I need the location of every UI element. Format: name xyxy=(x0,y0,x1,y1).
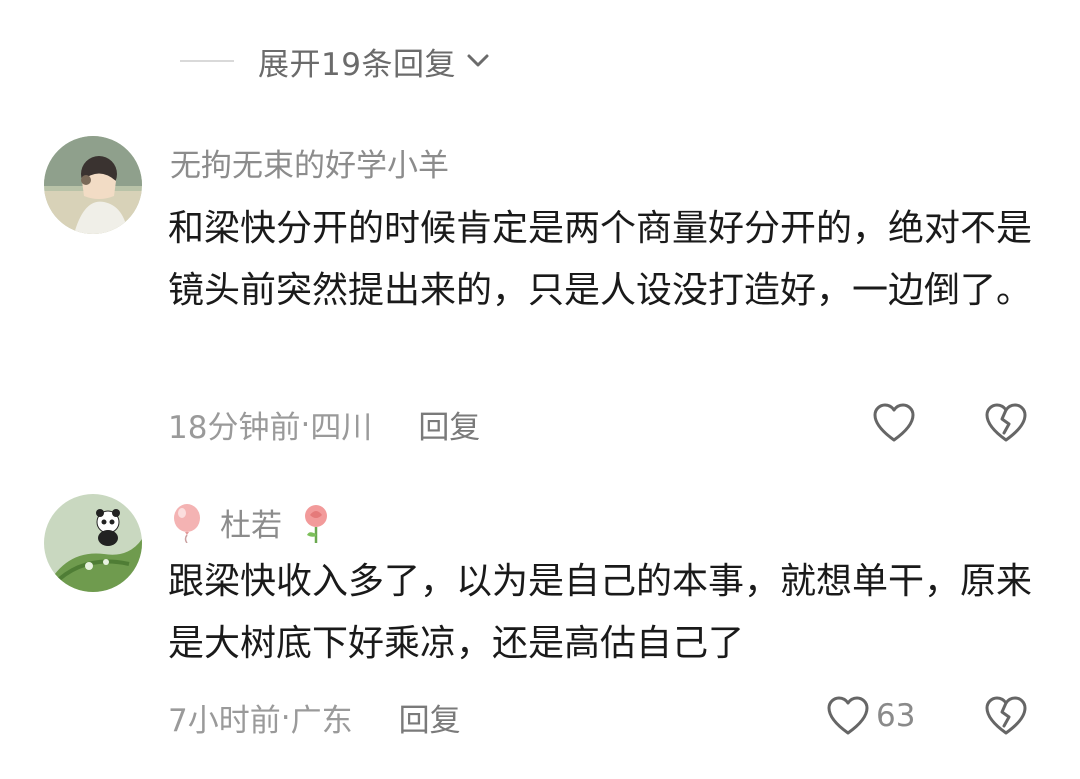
comment-username[interactable]: 无拘无束的好学小羊 xyxy=(170,140,449,185)
rose-icon xyxy=(300,503,332,543)
avatar[interactable] xyxy=(44,136,142,234)
broken-heart-icon xyxy=(984,403,1028,448)
heart-icon xyxy=(826,695,870,737)
dislike-button[interactable] xyxy=(984,695,1028,741)
comment-username-row: 杜若 xyxy=(170,500,332,545)
dislike-button[interactable] xyxy=(984,402,1028,448)
comment-location: 四川 xyxy=(310,410,373,446)
comment-username[interactable]: 杜若 xyxy=(220,500,282,545)
comment-location: 广东 xyxy=(290,703,353,739)
comment-thread: 展开19条回复 无拘无束的好学小羊 和梁快分开的时候肯定是两个商量好分开的，绝对… xyxy=(0,0,1080,779)
like-count: 63 xyxy=(876,698,916,734)
expand-replies-label: 展开19条回复 xyxy=(258,46,456,83)
reply-button[interactable]: 回复 xyxy=(418,402,480,447)
comment-meta: 18分钟前 · 四川 回复 xyxy=(168,402,480,447)
comment-text: 和梁快分开的时候肯定是两个商量好分开的，绝对不是镜头前突然提出来的，只是人设没打… xyxy=(168,208,1033,311)
expand-replies-button[interactable]: 展开19条回复 xyxy=(180,38,492,84)
comment-time: 7小时前 xyxy=(168,703,281,739)
like-button[interactable] xyxy=(872,402,916,452)
meta-separator: · xyxy=(280,699,291,736)
comment-meta: 7小时前 · 广东 回复 xyxy=(168,695,461,740)
chevron-down-icon xyxy=(464,47,492,75)
avatar[interactable] xyxy=(44,494,142,592)
like-button[interactable]: 63 xyxy=(826,695,915,737)
heart-icon xyxy=(872,402,916,452)
expand-divider xyxy=(180,60,234,62)
comment-time: 18分钟前 xyxy=(168,410,301,446)
broken-heart-icon xyxy=(984,696,1028,741)
balloon-icon xyxy=(170,503,204,543)
comment-text: 跟梁快收入多了，以为是自己的本事，就想单干，原来是大树底下好乘凉，还是高估自己了 xyxy=(168,561,1033,664)
reply-button[interactable]: 回复 xyxy=(399,695,461,740)
meta-separator: · xyxy=(300,406,311,443)
